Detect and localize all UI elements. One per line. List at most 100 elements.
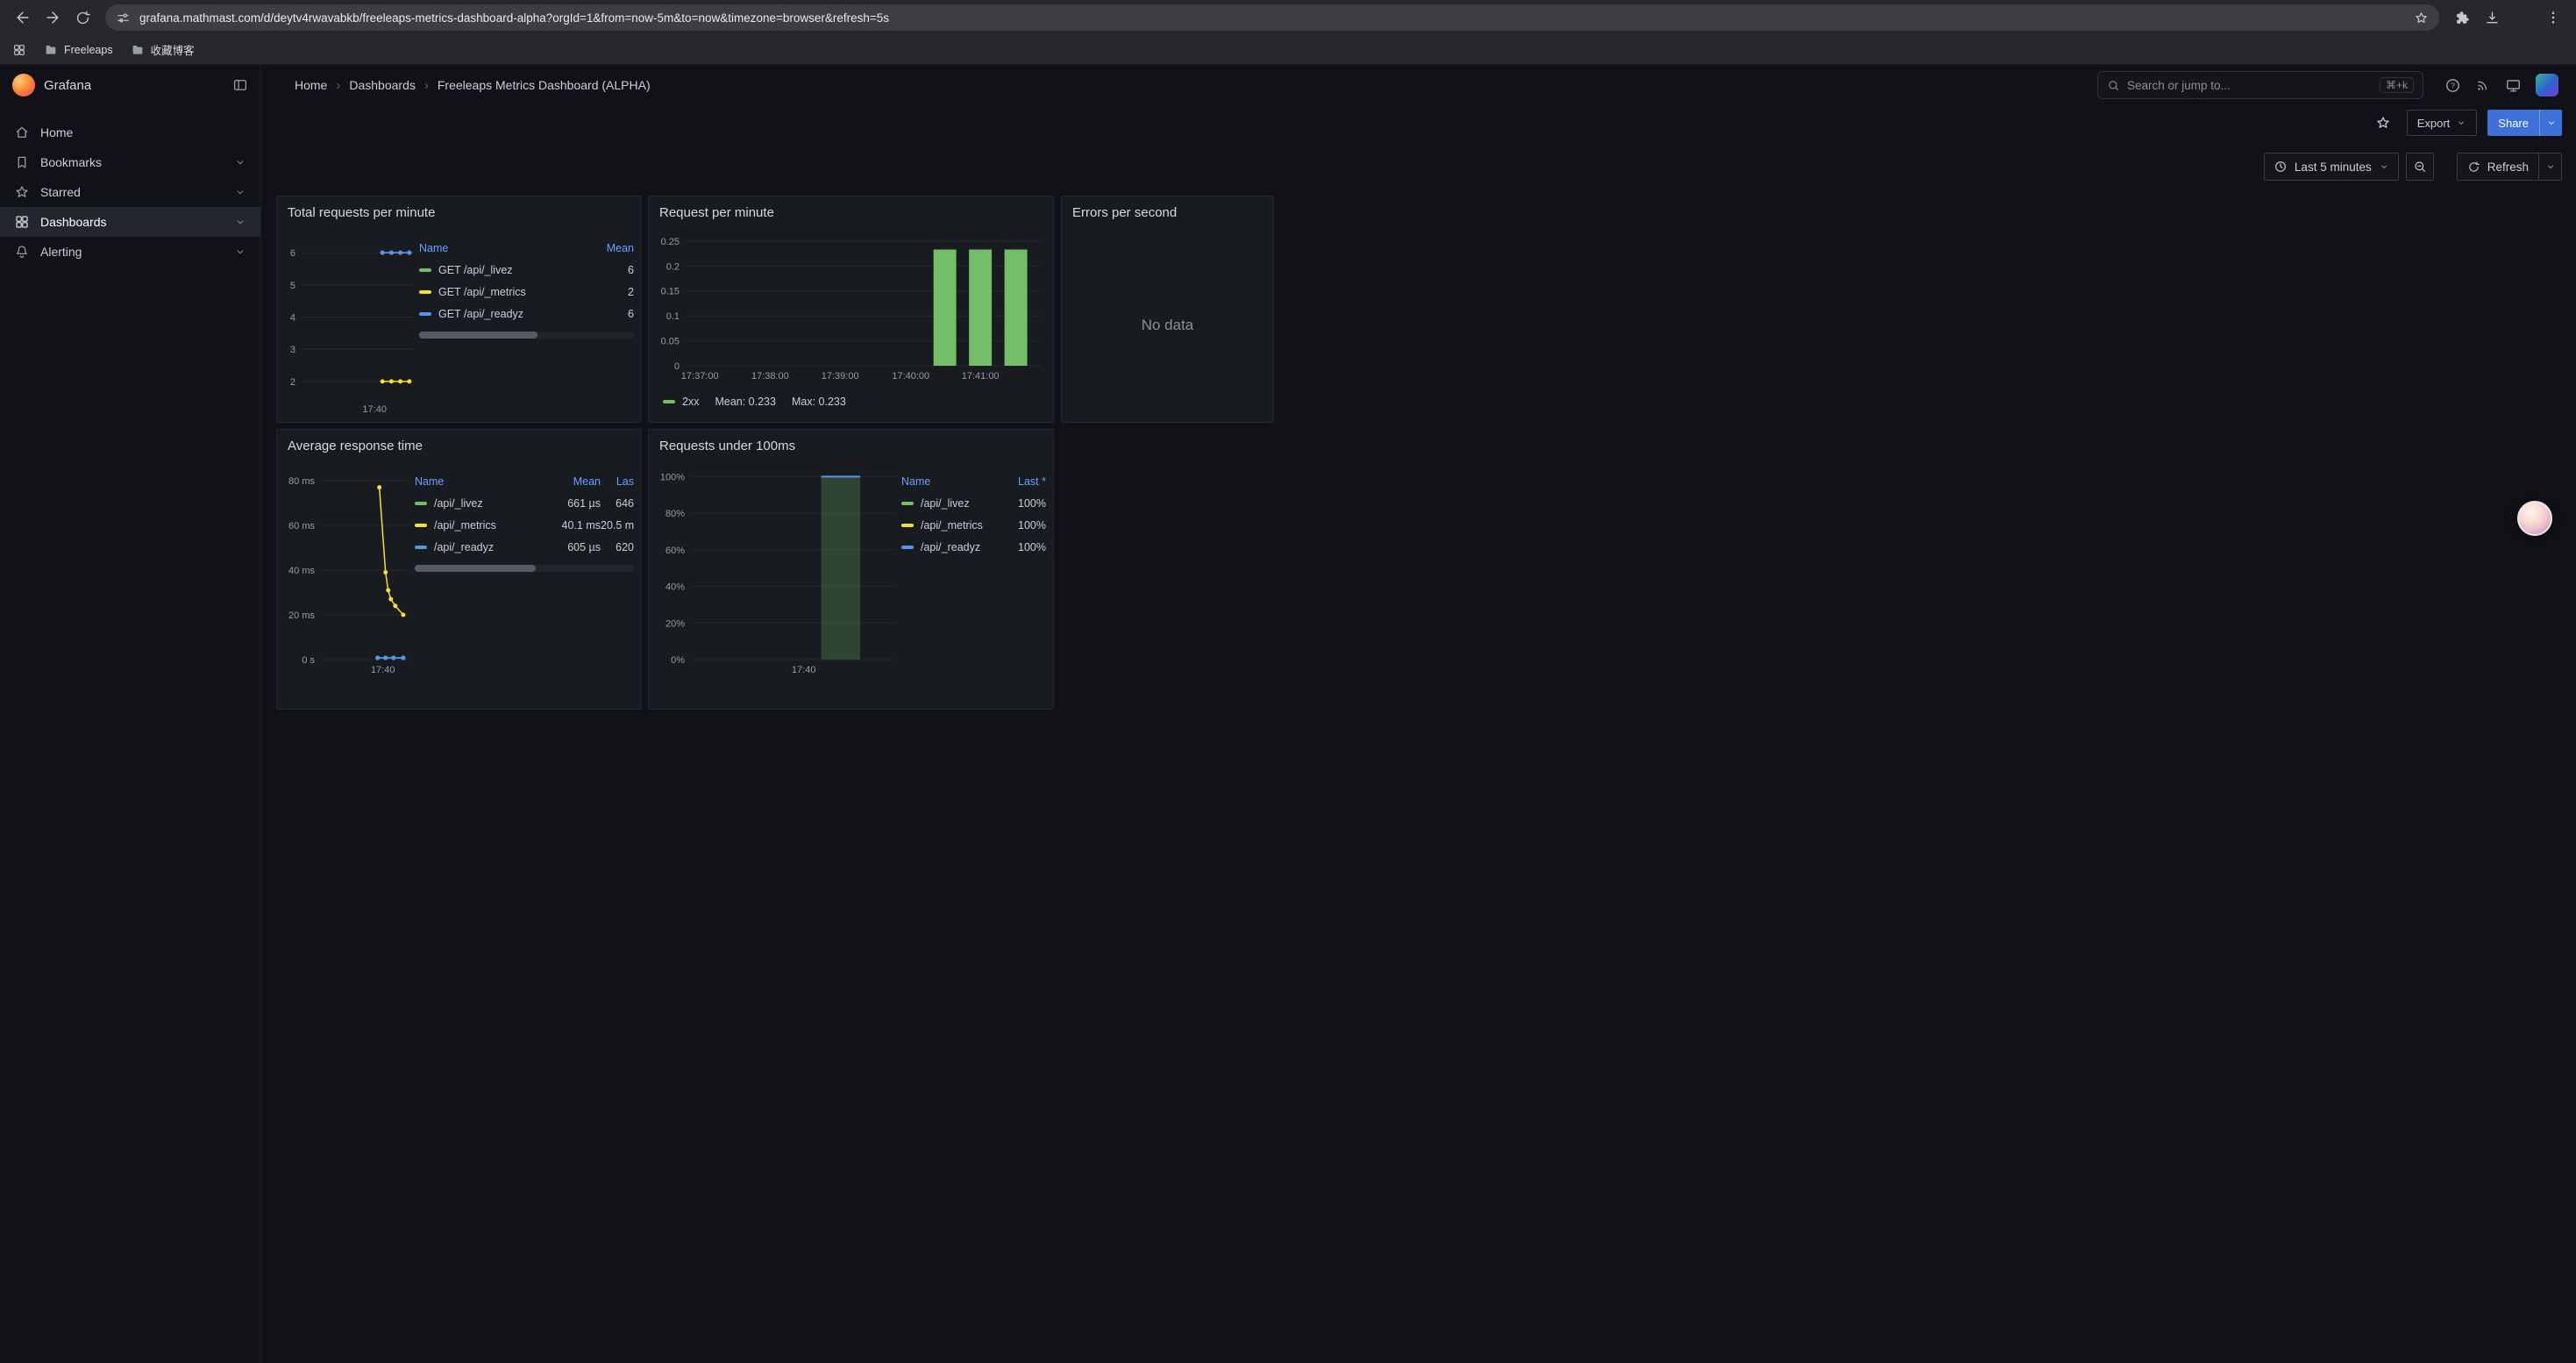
chevron-down-icon [2456, 118, 2466, 128]
extensions-icon[interactable] [2448, 4, 2476, 32]
breadcrumb-separator: › [423, 78, 431, 93]
legend-header[interactable]: Mean [548, 475, 601, 488]
sidebar-item-dashboards[interactable]: Dashboards [0, 207, 260, 237]
downloads-icon[interactable] [2478, 4, 2506, 32]
panel-title[interactable]: Request per minute [649, 196, 1053, 228]
legend-row[interactable]: GET /api/_livez6 [419, 259, 634, 281]
back-icon[interactable] [9, 4, 37, 32]
legend-scrollbar[interactable] [419, 332, 634, 339]
apps-icon [14, 214, 30, 230]
legend-header[interactable]: Last * [1002, 475, 1046, 488]
chevron-down-icon[interactable] [234, 186, 246, 198]
user-avatar[interactable] [2536, 74, 2558, 96]
panel-average-response-time: Average response time 80 ms60 ms40 ms20 … [276, 429, 642, 710]
svg-text:80 ms: 80 ms [288, 476, 315, 487]
series-name[interactable]: 2xx [682, 396, 699, 408]
refresh-button[interactable]: Refresh [2457, 153, 2562, 181]
series-mean: Mean: 0.233 [715, 396, 776, 408]
panel-title[interactable]: Total requests per minute [277, 196, 641, 228]
panel-title[interactable]: Errors per second [1062, 196, 1273, 228]
site-settings-icon[interactable] [116, 11, 131, 25]
series-swatch [419, 312, 431, 316]
share-menu-caret[interactable] [2539, 110, 2562, 136]
panel-errors-per-second: Errors per second No data [1061, 196, 1274, 423]
breadcrumb-dashboards[interactable]: Dashboards [349, 78, 416, 92]
series-swatch [415, 502, 427, 505]
legend-row[interactable]: /api/_livez661 µs646 [415, 492, 634, 514]
url-bar[interactable]: grafana.mathmast.com/d/deytv4rwavabkb/fr… [105, 4, 2439, 31]
search-input[interactable] [2127, 79, 2373, 92]
total-requests-chart[interactable]: 6543217:40 [284, 228, 419, 417]
legend-header[interactable]: Name [901, 475, 1002, 488]
bookmark-folder-blogs[interactable]: 收藏博客 [131, 41, 195, 58]
apps-grid-icon[interactable] [12, 43, 26, 57]
svg-text:5: 5 [290, 281, 295, 291]
app-header: Home › Dashboards › Freeleaps Metrics Da… [261, 65, 2576, 105]
search-shortcut: ⌘+k [2380, 77, 2414, 93]
bell-icon [14, 244, 30, 260]
grafana-logo[interactable] [12, 74, 35, 96]
forward-icon[interactable] [39, 4, 67, 32]
panel-title[interactable]: Requests under 100ms [649, 430, 1053, 461]
help-icon[interactable]: ? [2444, 77, 2461, 94]
bookmark-star-icon[interactable] [2414, 11, 2429, 25]
sidebar-item-home[interactable]: Home [0, 118, 260, 147]
legend-row[interactable]: /api/_readyz100% [901, 536, 1046, 558]
browser-profile-avatar[interactable] [2511, 6, 2534, 29]
legend-header[interactable]: Las [601, 475, 634, 488]
sidebar-item-bookmarks[interactable]: Bookmarks [0, 147, 260, 177]
news-rss-icon[interactable] [2475, 77, 2491, 93]
legend-table: NameMeanLas/api/_livez661 µs646/api/_met… [415, 461, 634, 572]
legend-row[interactable]: /api/_livez100% [901, 492, 1046, 514]
legend-scrollbar[interactable] [415, 565, 634, 572]
svg-text:17:41:00: 17:41:00 [962, 371, 1000, 382]
browser-menu-icon[interactable] [2539, 4, 2567, 32]
star-icon [14, 184, 30, 200]
legend-row[interactable]: GET /api/_metrics2 [419, 281, 634, 303]
reload-icon[interactable] [68, 4, 96, 32]
bookmark-icon [14, 154, 30, 170]
chevron-down-icon[interactable] [234, 216, 246, 228]
sidebar-item-alerting[interactable]: Alerting [0, 237, 260, 267]
sidebar-item-starred[interactable]: Starred [0, 177, 260, 207]
series-swatch [663, 400, 675, 403]
requests-under-100ms-chart[interactable]: 100%80%60%40%20%0%17:40 [656, 461, 901, 677]
average-response-time-chart[interactable]: 80 ms60 ms40 ms20 ms0 s17:40 [284, 461, 415, 677]
refresh-interval-caret[interactable] [2538, 153, 2561, 180]
share-button[interactable]: Share [2487, 110, 2562, 136]
panel-request-per-minute: Request per minute 0.250.20.150.10.05017… [648, 196, 1054, 423]
favorite-star-icon[interactable] [2370, 110, 2396, 136]
series-swatch [419, 290, 431, 294]
search-box[interactable]: ⌘+k [2097, 71, 2423, 99]
panel-title[interactable]: Average response time [277, 430, 641, 461]
legend[interactable]: 2xx Mean: 0.233 Max: 0.233 [656, 383, 1046, 408]
request-per-minute-chart[interactable]: 0.250.20.150.10.05017:37:0017:38:0017:39… [656, 228, 1046, 383]
monitor-icon[interactable] [2505, 77, 2522, 94]
grafana-app: Grafana Home Bookmarks Starred D [0, 65, 2576, 1363]
legend-header[interactable]: Name [419, 242, 585, 254]
breadcrumb-home[interactable]: Home [295, 78, 327, 92]
bookmark-folder-freeleaps[interactable]: Freeleaps [44, 43, 113, 57]
svg-text:40 ms: 40 ms [288, 566, 315, 576]
legend-row[interactable]: /api/_readyz605 µs620 [415, 536, 634, 558]
legend-row[interactable]: GET /api/_readyz6 [419, 303, 634, 325]
legend-header[interactable]: Mean [585, 242, 634, 254]
legend-row[interactable]: /api/_metrics40.1 ms20.5 m [415, 514, 634, 536]
chevron-down-icon[interactable] [234, 156, 246, 168]
chevron-down-icon[interactable] [234, 246, 246, 258]
svg-text:80%: 80% [665, 509, 685, 519]
url-text[interactable]: grafana.mathmast.com/d/deytv4rwavabkb/fr… [139, 11, 2405, 25]
legend-header[interactable]: Name [415, 475, 548, 488]
svg-text:6: 6 [290, 248, 295, 259]
assistant-avatar[interactable] [2517, 501, 2552, 536]
svg-text:17:40:00: 17:40:00 [892, 371, 929, 382]
export-button[interactable]: Export [2407, 110, 2478, 136]
zoom-out-button[interactable] [2406, 153, 2434, 181]
svg-text:20 ms: 20 ms [288, 610, 315, 621]
time-range-picker[interactable]: Last 5 minutes [2264, 153, 2399, 181]
legend-row[interactable]: /api/_metrics100% [901, 514, 1046, 536]
scrollbar-thumb[interactable] [419, 332, 537, 339]
scrollbar-thumb[interactable] [415, 565, 536, 572]
svg-text:0.1: 0.1 [666, 311, 680, 322]
collapse-sidebar-icon[interactable] [232, 77, 248, 93]
